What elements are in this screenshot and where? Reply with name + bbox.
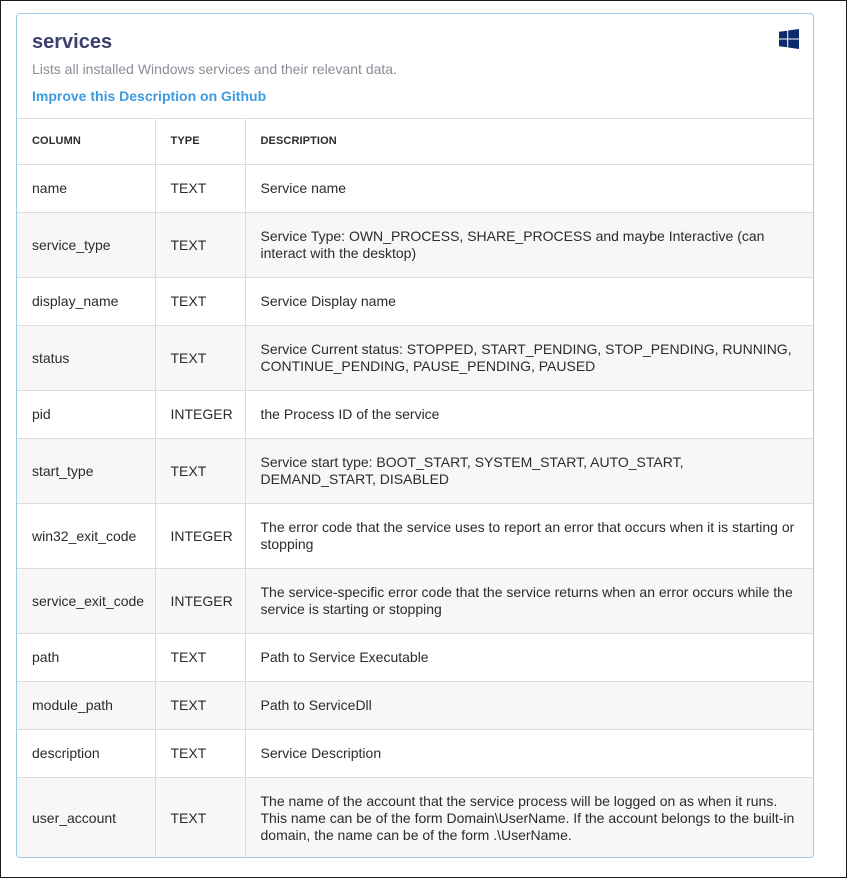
table-row: start_type TEXT Service start type: BOOT… xyxy=(17,438,813,504)
table-row: display_name TEXT Service Display name xyxy=(17,277,813,326)
table-row: module_path TEXT Path to ServiceDll xyxy=(17,681,813,730)
column-type-cell: TEXT xyxy=(154,438,245,504)
column-name-cell: display_name xyxy=(17,277,155,326)
column-description-cell: Service start type: BOOT_START, SYSTEM_S… xyxy=(244,438,813,504)
column-type-cell: TEXT xyxy=(154,729,245,778)
column-name-cell: user_account xyxy=(17,777,155,857)
column-description-cell: The name of the account that the service… xyxy=(244,777,813,857)
column-description-cell: Path to ServiceDll xyxy=(244,681,813,730)
column-type-cell: TEXT xyxy=(154,777,245,857)
column-name-cell: win32_exit_code xyxy=(17,503,155,569)
column-type-cell: INTEGER xyxy=(154,390,245,439)
column-name-cell: service_exit_code xyxy=(17,568,155,634)
column-type-cell: TEXT xyxy=(154,212,245,278)
column-description-cell: Service Description xyxy=(244,729,813,778)
column-type-cell: TEXT xyxy=(154,633,245,682)
column-description-cell: Service Type: OWN_PROCESS, SHARE_PROCESS… xyxy=(244,212,813,278)
type-header: TYPE xyxy=(154,118,245,165)
schema-table: COLUMN TYPE DESCRIPTION name TEXT Servic… xyxy=(17,118,813,857)
column-description-cell: the Process ID of the service xyxy=(244,390,813,439)
table-row: description TEXT Service Description xyxy=(17,729,813,778)
table-row: path TEXT Path to Service Executable xyxy=(17,633,813,682)
table-row: status TEXT Service Current status: STOP… xyxy=(17,325,813,391)
column-name-cell: name xyxy=(17,164,155,213)
column-header: COLUMN xyxy=(17,118,155,165)
column-type-cell: TEXT xyxy=(154,164,245,213)
page-title: services xyxy=(32,31,113,53)
table-header-row: COLUMN TYPE DESCRIPTION xyxy=(17,118,813,165)
column-type-cell: INTEGER xyxy=(154,568,245,634)
column-description-cell: The service-specific error code that the… xyxy=(244,568,813,634)
table-schema-card: services Lists all installed Windows ser… xyxy=(16,13,814,858)
column-type-cell: TEXT xyxy=(154,277,245,326)
table-row: service_type TEXT Service Type: OWN_PROC… xyxy=(17,212,813,278)
column-description-cell: Service Display name xyxy=(244,277,813,326)
column-description-cell: The error code that the service uses to … xyxy=(244,503,813,569)
table-row: service_exit_code INTEGER The service-sp… xyxy=(17,568,813,634)
improve-description-link[interactable]: Improve this Description on Github xyxy=(32,87,266,105)
windows-icon xyxy=(779,29,799,49)
column-name-cell: service_type xyxy=(17,212,155,278)
column-name-cell: module_path xyxy=(17,681,155,730)
card-header: services Lists all installed Windows ser… xyxy=(17,14,813,118)
column-description-cell: Path to Service Executable xyxy=(244,633,813,682)
column-type-cell: TEXT xyxy=(154,681,245,730)
table-description: Lists all installed Windows services and… xyxy=(32,61,397,77)
column-name-cell: status xyxy=(17,325,155,391)
column-name-cell: description xyxy=(17,729,155,778)
column-name-cell: pid xyxy=(17,390,155,439)
column-description-cell: Service name xyxy=(244,164,813,213)
column-name-cell: start_type xyxy=(17,438,155,504)
column-name-cell: path xyxy=(17,633,155,682)
column-description-cell: Service Current status: STOPPED, START_P… xyxy=(244,325,813,391)
description-header: DESCRIPTION xyxy=(244,118,813,165)
column-type-cell: TEXT xyxy=(154,325,245,391)
column-type-cell: INTEGER xyxy=(154,503,245,569)
table-row: user_account TEXT The name of the accoun… xyxy=(17,777,813,857)
table-row: win32_exit_code INTEGER The error code t… xyxy=(17,503,813,569)
table-row: pid INTEGER the Process ID of the servic… xyxy=(17,390,813,439)
table-row: name TEXT Service name xyxy=(17,164,813,213)
